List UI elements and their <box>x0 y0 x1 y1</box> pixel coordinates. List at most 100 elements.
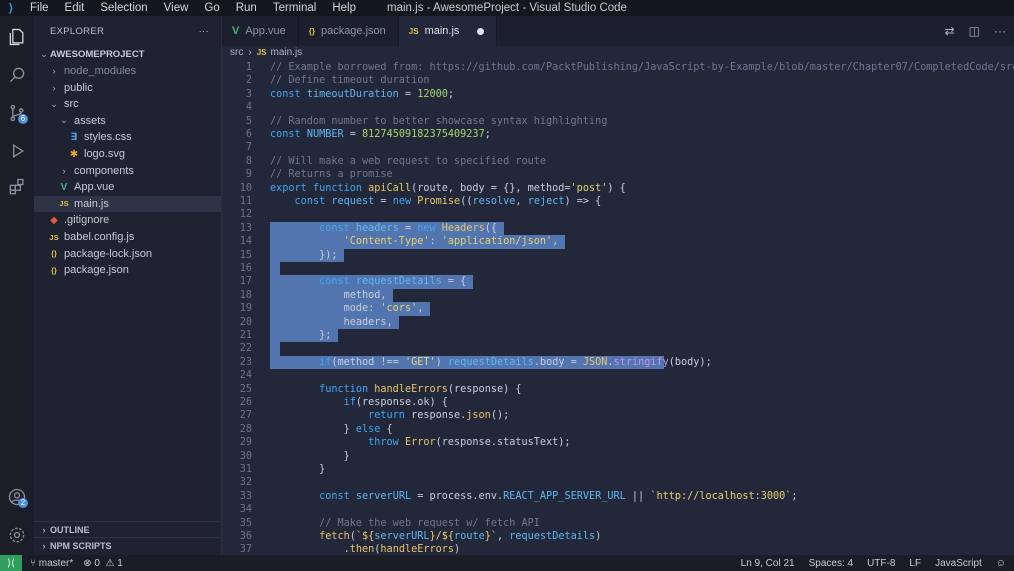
run-debug-icon[interactable] <box>0 134 34 168</box>
token-plain: = <box>343 129 363 140</box>
code-line[interactable]: 10 export function apiCall(route, body = … <box>222 182 1014 195</box>
code-line[interactable]: 5 // Random number to better showcase syn… <box>222 115 1014 128</box>
code-line[interactable]: 6 const NUMBER = 81274509182375409237; <box>222 128 1014 141</box>
code-line[interactable]: 12 <box>222 208 1014 221</box>
code-line[interactable]: 2 // Define timeout duration <box>222 74 1014 87</box>
tab-package-json[interactable]: {} package.json <box>299 16 399 46</box>
tab-app-vue[interactable]: V App.vue <box>222 16 299 46</box>
breadcrumb-folder[interactable]: src <box>230 47 243 58</box>
code-text: } else { <box>270 423 393 436</box>
code-editor[interactable]: 1 // Example borrowed from: https://githu… <box>222 61 1014 555</box>
more-actions-icon[interactable]: ··· <box>994 24 1006 38</box>
split-editor-icon[interactable]: ◫ <box>969 24 980 38</box>
code-line[interactable]: 17 const requestDetails = { <box>222 275 1014 289</box>
tree-item-main-js[interactable]: JS main.js <box>34 195 221 212</box>
extensions-icon[interactable] <box>0 170 34 204</box>
tree-item-node-modules[interactable]: › node_modules <box>34 63 221 79</box>
accounts-badge: 2 <box>18 498 28 508</box>
token-ident: serverURL <box>355 490 412 502</box>
token-number: 12000 <box>417 88 448 100</box>
tree-item-logo-svg[interactable]: ✱ logo.svg <box>34 146 221 162</box>
menu-item-run[interactable]: Run <box>228 0 265 16</box>
code-line[interactable]: 32 <box>222 476 1014 489</box>
explorer-icon[interactable] <box>0 20 34 54</box>
end-of-line[interactable]: LF <box>909 558 921 569</box>
branch-status[interactable]: ⑂ master* <box>30 558 73 569</box>
code-text: throw Error(response.statusText); <box>270 436 570 449</box>
menu-item-go[interactable]: Go <box>196 0 227 16</box>
code-line[interactable]: 36 fetch(`${serverURL}/${route}`, reques… <box>222 530 1014 543</box>
code-line[interactable]: 26 if(response.ok) { <box>222 396 1014 409</box>
tree-item-assets[interactable]: ⌄ assets <box>34 113 221 129</box>
token-purple: stringify <box>613 356 669 368</box>
code-line[interactable]: 37 .then(handleErrors) <box>222 543 1014 555</box>
code-line[interactable]: 19 mode: 'cors', <box>222 302 1014 316</box>
code-line[interactable]: 25 function handleErrors(response) { <box>222 383 1014 396</box>
token-keyword: const <box>319 276 356 288</box>
menu-item-terminal[interactable]: Terminal <box>265 0 324 16</box>
tree-item-public[interactable]: › public <box>34 80 221 96</box>
menu-item-view[interactable]: View <box>156 0 197 16</box>
line-number: 10 <box>239 182 252 194</box>
token-comment: // Random number to better showcase synt… <box>270 115 608 127</box>
tree-item-package-json[interactable]: {} package.json <box>34 262 221 278</box>
code-line[interactable]: 28 } else { <box>222 423 1014 436</box>
more-actions-icon[interactable]: ··· <box>199 26 209 37</box>
code-line[interactable]: 13 const headers = new Headers({ <box>222 221 1014 236</box>
code-line[interactable]: 27 return response.json(); <box>222 409 1014 422</box>
tree-item-src[interactable]: ⌄ src <box>34 96 221 112</box>
source-control-icon[interactable]: 6 <box>0 96 34 130</box>
code-line[interactable]: 4 <box>222 101 1014 114</box>
code-line[interactable]: 11 const request = new Promise((resolve,… <box>222 195 1014 208</box>
tab-main-js[interactable]: JS main.js <box>398 16 498 46</box>
accounts-icon[interactable]: 2 <box>0 480 34 514</box>
token-ident: request <box>331 196 375 207</box>
code-line[interactable]: 3 const timeoutDuration = 12000; <box>222 88 1014 101</box>
code-line[interactable]: 21 }; <box>222 329 1014 343</box>
outline-section[interactable]: › OUTLINE <box>34 521 221 538</box>
menu-item-help[interactable]: Help <box>324 0 364 16</box>
search-icon[interactable] <box>0 58 34 92</box>
tree-item--gitignore[interactable]: ◆ .gitignore <box>34 212 221 228</box>
code-line[interactable]: 24 <box>222 369 1014 382</box>
problems-status[interactable]: ⊗ 0 ⚠ 1 <box>83 558 123 569</box>
code-line[interactable]: 9 // Returns a promise <box>222 168 1014 181</box>
code-line[interactable]: 14 'Content-Type': 'application/json', <box>222 235 1014 249</box>
feedback-icon[interactable]: ☺ <box>996 558 1006 569</box>
code-line[interactable]: 29 throw Error(response.statusText); <box>222 436 1014 449</box>
tree-item-styles-css[interactable]: ∃ styles.css <box>34 129 221 145</box>
language-mode[interactable]: JavaScript <box>935 558 982 569</box>
project-root[interactable]: ⌄ AWESOMEPROJECT <box>34 46 221 62</box>
code-line[interactable]: 22 <box>222 342 1014 356</box>
code-line[interactable]: 33 const serverURL = process.env.REACT_A… <box>222 490 1014 503</box>
npm-scripts-section[interactable]: › NPM SCRIPTS <box>34 537 221 554</box>
code-line[interactable]: 18 method, <box>222 288 1014 303</box>
code-line[interactable]: 20 headers, <box>222 315 1014 329</box>
tree-item-package-lock-json[interactable]: {} package-lock.json <box>34 246 221 262</box>
token-plain: ) => { <box>564 196 602 207</box>
remote-icon[interactable]: ⟩⟨ <box>0 555 22 571</box>
code-line[interactable]: 31 } <box>222 463 1014 476</box>
unsaved-dot-icon[interactable] <box>477 27 485 35</box>
menu-item-edit[interactable]: Edit <box>57 0 93 16</box>
code-line[interactable]: 15 }); <box>222 248 1014 262</box>
code-line[interactable]: 35 // Make the web request w/ fetch API <box>222 517 1014 530</box>
open-changes-icon[interactable]: ⇄ <box>945 24 955 38</box>
menu-item-selection[interactable]: Selection <box>92 0 155 16</box>
code-line[interactable]: 16 <box>222 262 1014 276</box>
breadcrumb-file[interactable]: main.js <box>270 47 302 58</box>
gear-icon[interactable] <box>0 518 34 552</box>
code-line[interactable]: 7 <box>222 141 1014 154</box>
tree-item-components[interactable]: › components <box>34 163 221 179</box>
code-line[interactable]: 30 } <box>222 450 1014 463</box>
menu-item-file[interactable]: File <box>22 0 57 16</box>
cursor-position[interactable]: Ln 9, Col 21 <box>741 558 795 569</box>
code-line[interactable]: 1 // Example borrowed from: https://githu… <box>222 61 1014 74</box>
code-line[interactable]: 34 <box>222 503 1014 516</box>
encoding[interactable]: UTF-8 <box>867 558 895 569</box>
code-line[interactable]: 23 if(method !== 'GET') requestDetails.b… <box>222 355 1014 370</box>
tree-item-app-vue[interactable]: V App.vue <box>34 179 221 195</box>
tree-item-babel-config-js[interactable]: JS babel.config.js <box>34 229 221 245</box>
code-line[interactable]: 8 // Will make a web request to specified… <box>222 155 1014 168</box>
indentation[interactable]: Spaces: 4 <box>809 558 853 569</box>
